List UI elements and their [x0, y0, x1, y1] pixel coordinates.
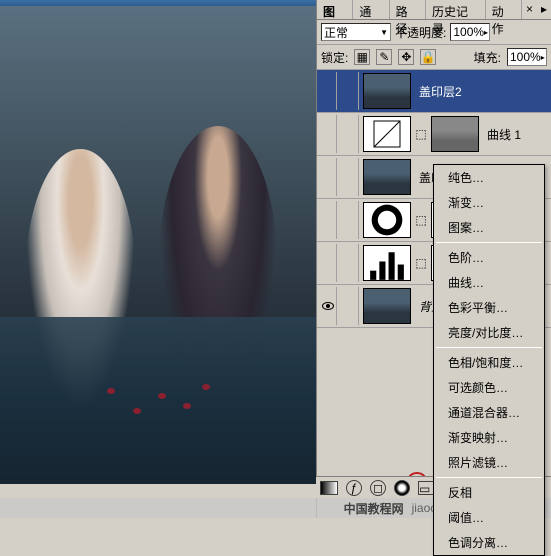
layer-name[interactable]: 曲线 1: [483, 126, 521, 143]
new-group-icon[interactable]: ▭: [418, 481, 434, 495]
opacity-label: 不透明度:: [395, 24, 446, 41]
chevron-right-icon: ▸: [541, 53, 545, 62]
menu-item-posterize[interactable]: 色调分离…: [434, 530, 544, 555]
layer-thumbnail[interactable]: [363, 202, 411, 238]
menu-item-gradient[interactable]: 渐变…: [434, 190, 544, 215]
link-toggle[interactable]: [341, 287, 359, 325]
fill-input[interactable]: 100% ▸: [507, 48, 547, 66]
mask-link-icon[interactable]: ⬚: [415, 256, 427, 270]
menu-item-channel-mixer[interactable]: 通道混合器…: [434, 400, 544, 425]
menu-separator: [436, 477, 542, 478]
layer-style-icon[interactable]: ƒ: [346, 480, 362, 496]
visibility-toggle[interactable]: [319, 287, 337, 325]
blend-mode-value: 正常: [324, 24, 348, 41]
menu-separator: [436, 242, 542, 243]
layer-row[interactable]: 盖印层2: [317, 70, 551, 113]
fill-label: 填充:: [474, 49, 501, 66]
link-toggle[interactable]: [341, 158, 359, 196]
link-toggle[interactable]: [341, 201, 359, 239]
panel-menu-icon[interactable]: ▸: [537, 0, 551, 19]
adjustment-layer-icon[interactable]: [394, 480, 410, 496]
tab-history[interactable]: 历史记录: [426, 0, 486, 19]
adjustment-layer-menu: 纯色… 渐变… 图案… 色阶… 曲线… 色彩平衡… 亮度/对比度… 色相/饱和度…: [433, 164, 545, 556]
link-toggle[interactable]: [341, 244, 359, 282]
lock-position-icon[interactable]: ✥: [398, 49, 414, 65]
link-toggle[interactable]: [341, 115, 359, 153]
menu-item-selective-color[interactable]: 可选颜色…: [434, 375, 544, 400]
menu-item-solid-color[interactable]: 纯色…: [434, 165, 544, 190]
layer-thumbnail[interactable]: [363, 288, 411, 324]
lock-paint-icon[interactable]: ✎: [376, 49, 392, 65]
layer-mask-icon[interactable]: ◻: [370, 480, 386, 496]
menu-item-curves[interactable]: 曲线…: [434, 270, 544, 295]
layer-thumbnail[interactable]: [363, 245, 411, 281]
link-toggle[interactable]: [341, 72, 359, 110]
menu-item-levels[interactable]: 色阶…: [434, 245, 544, 270]
layer-thumbnail[interactable]: [363, 159, 411, 195]
fill-value: 100%: [510, 50, 541, 64]
lock-all-icon[interactable]: 🔒: [420, 49, 436, 65]
layer-thumbnail[interactable]: [363, 73, 411, 109]
menu-separator: [436, 347, 542, 348]
tab-paths[interactable]: 路径: [390, 0, 426, 19]
visibility-toggle[interactable]: [319, 158, 337, 196]
visibility-toggle[interactable]: [319, 72, 337, 110]
document-photo: [0, 6, 316, 484]
lock-label: 锁定:: [321, 49, 348, 66]
tab-layers[interactable]: 图层: [317, 0, 353, 19]
menu-item-pattern[interactable]: 图案…: [434, 215, 544, 240]
watermark-site: 中国教程网: [344, 500, 404, 517]
tab-actions[interactable]: 动作: [486, 0, 522, 19]
canvas-area[interactable]: [0, 6, 316, 484]
visibility-toggle[interactable]: [319, 115, 337, 153]
eye-icon: [322, 302, 334, 310]
menu-item-brightness-contrast[interactable]: 亮度/对比度…: [434, 320, 544, 345]
visibility-toggle[interactable]: [319, 201, 337, 239]
opacity-input[interactable]: 100% ▸: [450, 23, 490, 41]
layer-mask-thumbnail[interactable]: [431, 116, 479, 152]
blend-mode-select[interactable]: 正常 ▼: [321, 23, 391, 41]
visibility-toggle[interactable]: [319, 244, 337, 282]
panel-close-icon[interactable]: ×: [522, 0, 537, 19]
layer-thumbnail[interactable]: [363, 116, 411, 152]
opacity-value: 100%: [453, 25, 484, 39]
menu-item-invert[interactable]: 反相: [434, 480, 544, 505]
layer-name[interactable]: 盖印层2: [415, 83, 462, 100]
lock-transparency-icon[interactable]: ▦: [354, 49, 370, 65]
mask-link-icon[interactable]: ⬚: [415, 213, 427, 227]
menu-item-photo-filter[interactable]: 照片滤镜…: [434, 450, 544, 475]
mask-link-icon[interactable]: ⬚: [415, 127, 427, 141]
layer-row[interactable]: ⬚ 曲线 1: [317, 113, 551, 156]
link-layers-icon[interactable]: [320, 481, 338, 495]
chevron-down-icon: ▼: [380, 28, 388, 37]
tab-channels[interactable]: 通道: [353, 0, 389, 19]
menu-item-hue-saturation[interactable]: 色相/饱和度…: [434, 350, 544, 375]
menu-item-color-balance[interactable]: 色彩平衡…: [434, 295, 544, 320]
menu-item-gradient-map[interactable]: 渐变映射…: [434, 425, 544, 450]
chevron-right-icon: ▸: [484, 28, 488, 37]
